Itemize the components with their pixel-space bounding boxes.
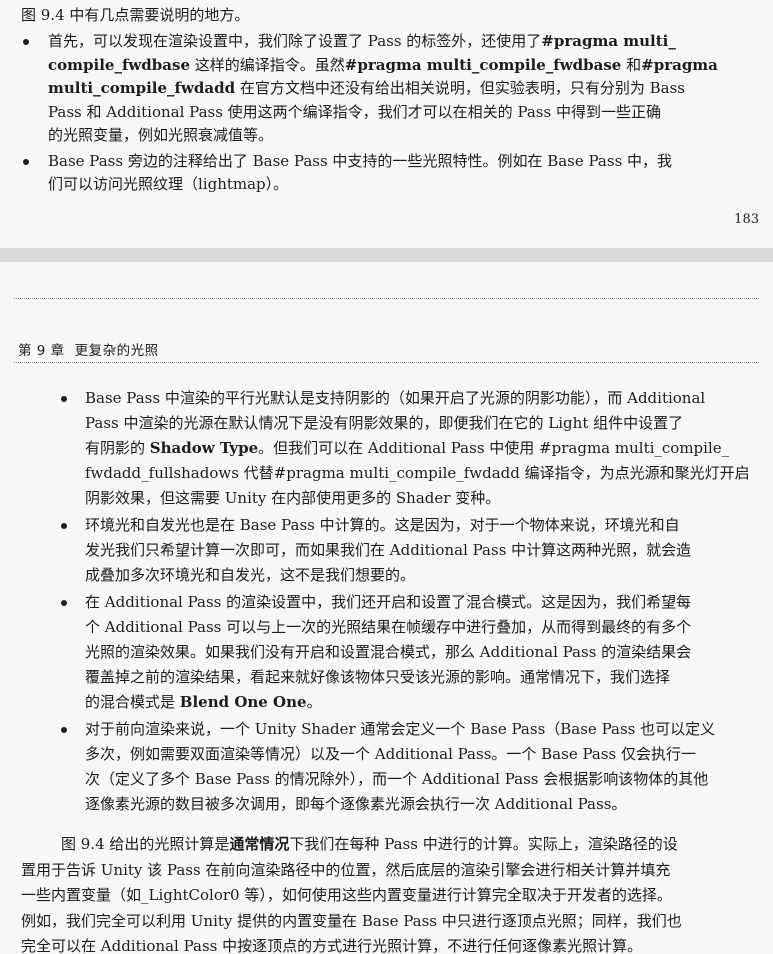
- intro-text: 图 9.4 中有几点需要说明的地方。: [21, 6, 250, 24]
- top-page: 图 9.4 中有几点需要说明的地方。 首先，可以发现在渲染设置中，我们除了设置了…: [0, 0, 773, 248]
- text-line: 的光照变量，例如光照衰减值等。: [48, 124, 741, 148]
- bold-term: multi_compile_fwdadd: [48, 79, 236, 97]
- text-line: 多次，例如需要双面渲染等情况）以及一个 Additional Pass。一个 B…: [85, 742, 759, 767]
- text-line: compile_fwdbase 这样的编译指令。虽然#pragma multi_…: [48, 54, 741, 78]
- text-line: Base Pass 旁边的注释给出了 Base Pass 中支持的一些光照特性。…: [48, 150, 741, 174]
- text-line: Base Pass 中渲染的平行光默认是支持阴影的（如果开启了光源的阴影功能），…: [85, 386, 759, 411]
- text-run: 覆盖掉之前的渲染结果，看起来就好像该物体只受该光源的影响。通常情况下，我们选择: [85, 668, 671, 686]
- text-line: multi_compile_fwdadd 在官方文档中还没有给出相关说明，但实验…: [48, 77, 741, 101]
- bullet-item: 环境光和自发光也是在 Base Pass 中计算的。这是因为，对于一个物体来说，…: [59, 513, 759, 588]
- text-run: 光照的渲染效果。如果我们没有开启和设置混合模式，那么 Additional Pa…: [85, 643, 692, 661]
- text-run: Base Pass 中渲染的平行光默认是支持阴影的（如果开启了光源的阴影功能），…: [85, 389, 706, 407]
- text-run: 发光我们只希望计算一次即可，而如果我们在 Additional Pass 中计算…: [85, 541, 692, 559]
- text-line: 发光我们只希望计算一次即可，而如果我们在 Additional Pass 中计算…: [85, 538, 759, 563]
- bullet-dot-icon: [23, 39, 29, 45]
- bold-term: #pragma multi_compile_fwdbase: [344, 55, 622, 74]
- text-run: 们可以访问光照纹理（lightmap）。: [48, 175, 289, 193]
- text-run: 个 Additional Pass 可以与上一次的光照结果在帧缓存中进行叠加，从…: [85, 618, 692, 636]
- bold-term: Blend One One: [179, 693, 307, 711]
- text-run: 和: [621, 55, 642, 74]
- text-line: 次（定义了多个 Base Pass 的情况除外），而一个 Additional …: [85, 767, 759, 792]
- text-line: 例如，我们完全可以利用 Unity 提供的内置变量在 Base Pass 中只进…: [21, 909, 761, 935]
- bold-term: compile_fwdbase: [48, 55, 190, 74]
- text-run: 有阴影的: [85, 439, 150, 457]
- text-run: 多次，例如需要双面渲染等情况）以及一个 Additional Pass。一个 B…: [85, 745, 696, 763]
- text-run: 的混合模式是: [85, 693, 180, 711]
- bullet-item: 在 Additional Pass 的渲染设置中，我们还开启和设置了混合模式。这…: [59, 590, 759, 715]
- text-run: fwdadd_fullshadows 代替#pragma multi_compi…: [85, 464, 750, 482]
- bold-term: #pragma: [641, 55, 718, 74]
- text-run: 。: [306, 693, 322, 711]
- bullet-item: 对于前向渲染来说，一个 Unity Shader 通常会定义一个 Base Pa…: [59, 717, 759, 817]
- text-run: 置用于告诉 Unity 该 Pass 在前向渲染路径中的位置，然后底层的渲染引擎…: [21, 860, 671, 879]
- text-line: fwdadd_fullshadows 代替#pragma multi_compi…: [85, 461, 759, 486]
- text-line: 光照的渲染效果。如果我们没有开启和设置混合模式，那么 Additional Pa…: [85, 640, 759, 665]
- text-line: 置用于告诉 Unity 该 Pass 在前向渲染路径中的位置，然后底层的渲染引擎…: [21, 858, 761, 884]
- text-line: 完全可以在 Additional Pass 中按逐顶点的方式进行光照计算，不进行…: [21, 934, 761, 954]
- bullet-item: Base Pass 旁边的注释给出了 Base Pass 中支持的一些光照特性。…: [21, 150, 741, 197]
- text-line: Pass 和 Additional Pass 使用这两个编译指令，我们才可以在相…: [48, 101, 741, 125]
- bold-term: 通常情况: [229, 835, 290, 853]
- running-header: 第 9 章更复杂的光照: [18, 339, 159, 359]
- chapter-title: 更复杂的光照: [74, 343, 159, 359]
- bold-term: Shadow Type: [149, 439, 259, 457]
- text-run: Base Pass 旁边的注释给出了 Base Pass 中支持的一些光照特性。…: [48, 151, 673, 170]
- text-run: 。但我们可以在 Additional Pass 中使用 #pragma mult…: [258, 439, 730, 457]
- text-line: 的混合模式是 Blend One One。: [85, 690, 759, 715]
- text-line: 首先，可以发现在渲染设置中，我们除了设置了 Pass 的标签外，还使用了#pra…: [48, 30, 741, 54]
- text-line: 覆盖掉之前的渲染结果，看起来就好像该物体只受该光源的影响。通常情况下，我们选择: [85, 665, 759, 690]
- text-run: 次（定义了多个 Base Pass 的情况除外），而一个 Additional …: [85, 770, 709, 788]
- text-line: 图 9.4 给出的光照计算是通常情况下我们在每种 Pass 中进行的计算。实际上…: [21, 832, 761, 858]
- text-run: 图 9.4 给出的光照计算是: [61, 835, 230, 853]
- page-number: 183: [734, 212, 759, 227]
- header-rule-top: [14, 298, 759, 299]
- bullet-dot-icon: [61, 727, 67, 733]
- bullet-dot-icon: [61, 523, 67, 529]
- text-run: 逐像素光源的数目被多次调用，即每个逐像素光源会执行一次 Additional P…: [85, 795, 627, 813]
- bold-term: #pragma multi_: [541, 32, 676, 50]
- text-run: 在 Additional Pass 的渲染设置中，我们还开启和设置了混合模式。这…: [85, 593, 692, 611]
- text-run: 完全可以在 Additional Pass 中按逐顶点的方式进行光照计算，不进行…: [21, 937, 643, 954]
- bottom-bullet-list: Base Pass 中渲染的平行光默认是支持阴影的（如果开启了光源的阴影功能），…: [59, 386, 759, 819]
- text-run: 环境光和自发光也是在 Base Pass 中计算的。这是因为，对于一个物体来说，…: [85, 516, 680, 534]
- text-line: 阴影效果，但这需要 Unity 在内部使用更多的 Shader 变种。: [85, 486, 759, 511]
- bullet-dot-icon: [61, 396, 67, 402]
- text-line: 逐像素光源的数目被多次调用，即每个逐像素光源会执行一次 Additional P…: [85, 792, 759, 817]
- text-line: 对于前向渲染来说，一个 Unity Shader 通常会定义一个 Base Pa…: [85, 717, 759, 742]
- header-rule-bottom: [14, 362, 759, 363]
- text-line: 一些内置变量（如_LightColor0 等），如何使用这些内置变量进行计算完全…: [21, 883, 761, 909]
- text-run: 对于前向渲染来说，一个 Unity Shader 通常会定义一个 Base Pa…: [85, 720, 716, 738]
- bottom-page: 第 9 章更复杂的光照 Base Pass 中渲染的平行光默认是支持阴影的（如果…: [0, 262, 773, 954]
- text-run: Pass 和 Additional Pass 使用这两个编译指令，我们才可以在相…: [48, 102, 661, 121]
- bullet-item: 首先，可以发现在渲染设置中，我们除了设置了 Pass 的标签外，还使用了#pra…: [21, 30, 741, 148]
- bullet-item: Base Pass 中渲染的平行光默认是支持阴影的（如果开启了光源的阴影功能），…: [59, 386, 759, 511]
- text-run: 这样的编译指令。虽然: [190, 55, 345, 74]
- text-line: 们可以访问光照纹理（lightmap）。: [48, 173, 741, 197]
- text-run: 成叠加多次环境光和自发光，这不是我们想要的。: [85, 566, 416, 584]
- text-run: 在官方文档中还没有给出相关说明，但实验表明，只有分别为 Bass: [235, 79, 685, 97]
- text-line: 个 Additional Pass 可以与上一次的光照结果在帧缓存中进行叠加，从…: [85, 615, 759, 640]
- bullet-dot-icon: [61, 600, 67, 606]
- text-line: Pass 中渲染的光源在默认情况下是没有阴影效果的，即便我们在它的 Light …: [85, 411, 759, 436]
- text-run: 阴影效果，但这需要 Unity 在内部使用更多的 Shader 变种。: [85, 489, 501, 507]
- body-paragraph: 图 9.4 给出的光照计算是通常情况下我们在每种 Pass 中进行的计算。实际上…: [21, 832, 761, 954]
- text-run: 一些内置变量（如_LightColor0 等），如何使用这些内置变量进行计算完全…: [21, 886, 672, 904]
- text-run: 例如，我们完全可以利用 Unity 提供的内置变量在 Base Pass 中只进…: [21, 911, 682, 930]
- top-bullet-list: 首先，可以发现在渲染设置中，我们除了设置了 Pass 的标签外，还使用了#pra…: [21, 30, 741, 199]
- text-line: 成叠加多次环境光和自发光，这不是我们想要的。: [85, 563, 759, 588]
- text-run: 首先，可以发现在渲染设置中，我们除了设置了 Pass 的标签外，还使用了: [48, 32, 542, 50]
- text-run: Pass 中渲染的光源在默认情况下是没有阴影效果的，即便我们在它的 Light …: [85, 414, 684, 432]
- text-line: 在 Additional Pass 的渲染设置中，我们还开启和设置了混合模式。这…: [85, 590, 759, 615]
- chapter-label: 第 9 章: [18, 343, 65, 359]
- text-line: 环境光和自发光也是在 Base Pass 中计算的。这是因为，对于一个物体来说，…: [85, 513, 759, 538]
- text-run: 的光照变量，例如光照衰减值等。: [48, 126, 274, 144]
- text-line: 有阴影的 Shadow Type。但我们可以在 Additional Pass …: [85, 436, 759, 461]
- bullet-dot-icon: [23, 158, 29, 165]
- text-run: 下我们在每种 Pass 中进行的计算。实际上，渲染路径的设: [289, 835, 678, 853]
